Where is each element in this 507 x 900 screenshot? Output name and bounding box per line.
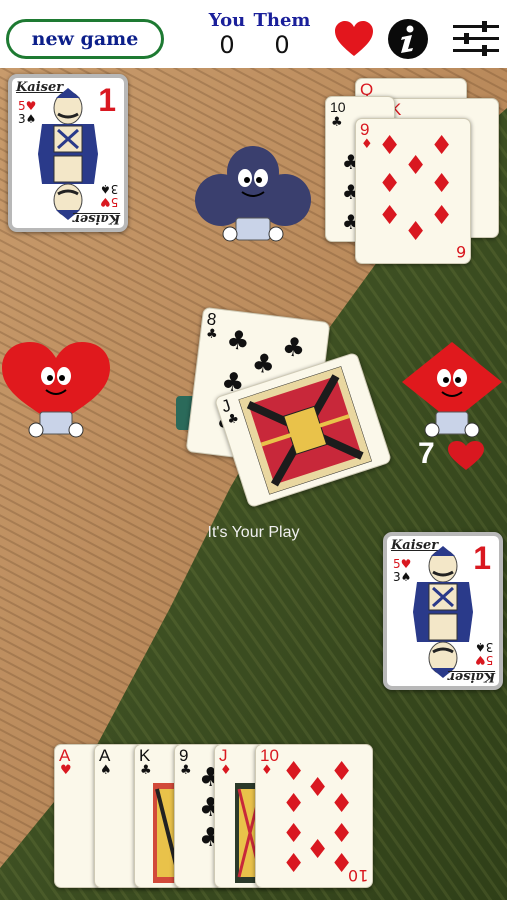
bid-display: 7 [418, 437, 435, 471]
card-rank: A [59, 746, 71, 765]
score-card-ranks-inverted: 5♥ 3♠ [99, 182, 118, 209]
new-game-button[interactable]: new game [6, 19, 164, 59]
bid-value: 7 [418, 437, 435, 470]
sliders-icon[interactable] [451, 20, 501, 58]
pip-icon: ♦ [282, 789, 306, 819]
pip-icon: ♦ [404, 217, 428, 247]
kaiser-king-illustration [413, 546, 473, 678]
pip-icon: ♦ [282, 849, 306, 879]
card-rank-inverted: 10 [347, 866, 368, 885]
them-score-value: 0 [274, 31, 290, 59]
pip-icon: ♣ [224, 324, 252, 358]
diamond-player-avatar [402, 342, 502, 438]
card-rank: 10 [260, 746, 279, 765]
card-rank: J [219, 746, 228, 765]
card-suit: ♣ [225, 410, 242, 429]
card-suit: ♣ [331, 115, 343, 130]
pip-icon: ♦ [306, 835, 330, 865]
info-icon[interactable] [387, 18, 429, 60]
pip-icon: ♦ [330, 789, 354, 819]
you-score: You 0 [207, 10, 247, 58]
them-score: Them 0 [253, 10, 311, 58]
heart-icon[interactable] [333, 20, 375, 58]
top-bar: new game You 0 Them 0 [0, 0, 507, 68]
card-suit: ♣ [140, 763, 152, 778]
pip-icon: ♦ [430, 201, 454, 231]
score-card-ranks-inverted: 5♥ 3♠ [474, 640, 493, 667]
you-score-value: 0 [219, 31, 235, 59]
score-card-us: Kaiser 1 5♥ 3♠ 5♥ 3♠ Kaiser [8, 74, 128, 232]
pip-icon: ♦ [430, 131, 454, 161]
pip-icon: ♣ [250, 348, 277, 381]
card-suit: ♠ [100, 763, 112, 778]
card-rank: A [99, 746, 111, 765]
card-rank: 9 [360, 120, 370, 139]
card-suit: ♣ [180, 763, 192, 778]
card-rank: 9 [179, 746, 189, 765]
kaiser-king-illustration [38, 88, 98, 220]
pip-icon: ♦ [430, 169, 454, 199]
heart-player-avatar [2, 342, 110, 438]
card-rank-inverted: 6 [455, 242, 466, 261]
card-suit: ♣ [205, 326, 219, 343]
card-rank: K [139, 746, 151, 765]
you-label: You [208, 10, 246, 31]
trick-card-top: 9 ♦ ♦ ♦ ♦ ♦ ♦ ♦ ♦ ♦ 6 [355, 118, 471, 264]
club-player-avatar [195, 146, 311, 242]
pip-icon: ♦ [282, 757, 306, 787]
game-table: Kaiser 1 5♥3♠ 5♥3♠ Kaiser Q ♥ K ♦ [0, 68, 507, 900]
card-suit: ♦ [220, 763, 232, 778]
pip-icon: ♦ [378, 169, 402, 199]
pip-icon: ♦ [404, 151, 428, 181]
pip-icon: ♦ [282, 819, 306, 849]
bid-heart-icon [448, 441, 484, 470]
them-label: Them [253, 10, 311, 31]
pip-icon: ♦ [306, 773, 330, 803]
kaiser-brand-inverted: Kaiser [72, 211, 120, 226]
pip-icon: ♣ [280, 331, 308, 365]
pip-icon: ♦ [330, 757, 354, 787]
pip-icon: ♦ [330, 819, 354, 849]
pip-icon: ♦ [378, 131, 402, 161]
card-suit: ♦ [361, 137, 373, 152]
pip-icon: ♦ [378, 201, 402, 231]
score-card-them: Kaiser 1 5♥ 3♠ 5♥ 3♠ Kaiser [383, 532, 503, 690]
hand-card-ten-diamonds[interactable]: 10 ♦ ♦ ♦ ♦ ♦ ♦ ♦ ♦ ♦ ♦ ♦ 10 [255, 744, 373, 888]
card-rank: 10 [330, 99, 346, 115]
kaiser-brand-inverted: Kaiser [447, 669, 495, 684]
card-suit: ♦ [261, 763, 273, 778]
card-suit: ♥ [60, 763, 72, 778]
